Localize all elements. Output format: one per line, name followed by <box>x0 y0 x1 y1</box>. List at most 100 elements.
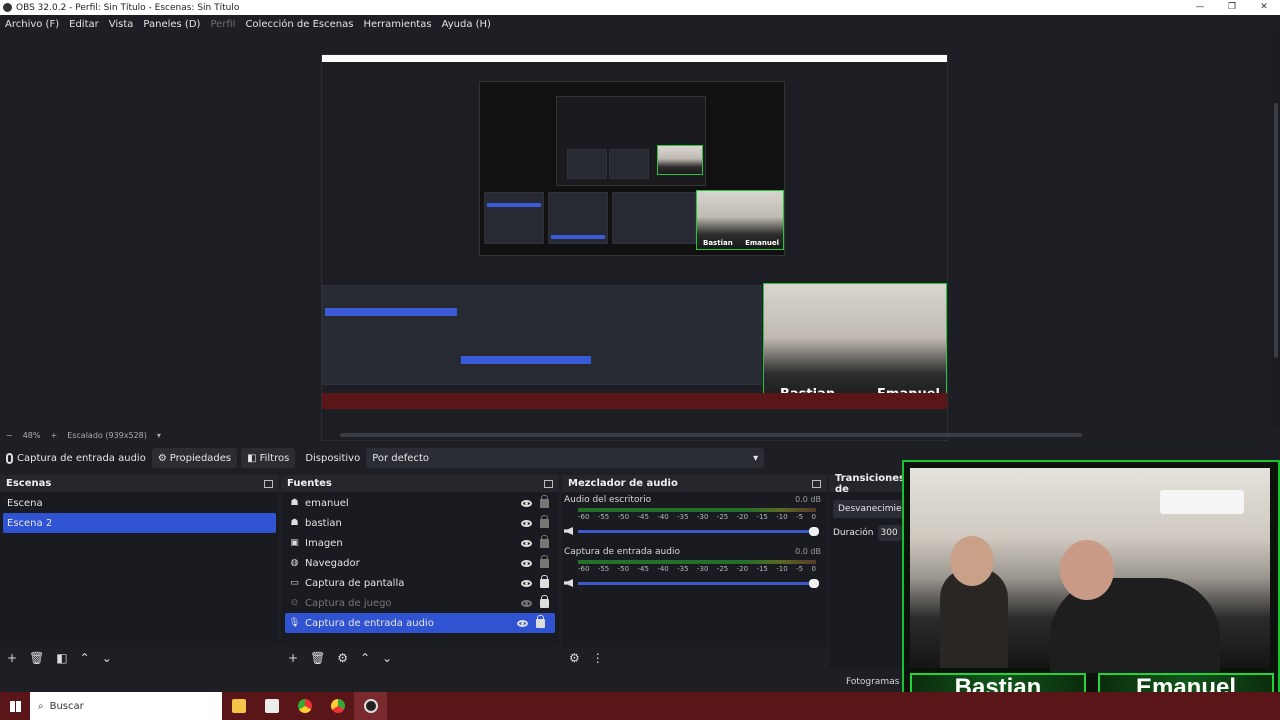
search-placeholder: Buscar <box>49 700 84 712</box>
taskbar: ⌕ Buscar <box>0 692 1280 720</box>
menu-profile[interactable]: Perfil <box>205 19 240 30</box>
scene-item[interactable]: Escena <box>0 493 279 513</box>
visibility-eye-icon[interactable] <box>521 519 532 527</box>
store-icon[interactable] <box>255 692 288 720</box>
source-item[interactable]: ☗ emanuel <box>281 493 559 513</box>
move-up-icon[interactable]: ⌃ <box>360 651 370 665</box>
filters-button[interactable]: ◧ Filtros <box>241 448 296 468</box>
duration-input[interactable]: 300 <box>877 525 902 541</box>
source-item[interactable]: ▭ Captura de pantalla <box>281 573 559 593</box>
lock-icon[interactable] <box>540 494 549 508</box>
remove-source-icon[interactable]: 🗑 <box>310 651 325 665</box>
source-item[interactable]: ◍ Navegador <box>281 553 559 573</box>
device-select[interactable]: Por defecto ▾ <box>366 448 765 468</box>
sources-dock-header: Fuentes <box>281 475 559 492</box>
file-explorer-icon[interactable] <box>222 692 255 720</box>
source-name: Imagen <box>305 537 343 549</box>
maximize-button[interactable]: ❐ <box>1216 0 1248 15</box>
visibility-eye-icon[interactable] <box>521 499 532 507</box>
preview-canvas[interactable]: Bastian Emanuel Bastian Emanuel <box>321 54 948 441</box>
advanced-audio-icon[interactable]: ⚙ <box>569 651 580 665</box>
zoom-out-icon[interactable]: − <box>6 431 13 440</box>
scene-filters-icon[interactable]: ◧ <box>56 651 67 665</box>
dock-float-icon[interactable] <box>812 479 821 488</box>
visibility-eye-icon[interactable] <box>521 559 532 567</box>
close-button[interactable]: ✕ <box>1248 0 1280 15</box>
webcam-overlay: Bastian Emanuel <box>902 460 1280 708</box>
obs-window: OBS 32.0.2 - Perfil: Sin Título - Escena… <box>0 0 1280 720</box>
speaker-icon[interactable] <box>564 579 573 587</box>
nested-webcam-big: Bastian Emanuel <box>763 283 947 405</box>
transition-select[interactable]: Desvanecimiento <box>833 500 903 518</box>
scene-item-selected[interactable]: Escena 2 <box>3 513 276 533</box>
nested-menubar <box>322 62 947 67</box>
move-up-icon[interactable]: ⌃ <box>80 651 90 665</box>
group-icon: ☗ <box>290 498 299 508</box>
properties-button[interactable]: ⚙ Propiedades <box>151 448 238 468</box>
obs-taskbar-icon[interactable] <box>354 692 387 720</box>
scale-dropdown-icon[interactable]: ▾ <box>157 431 161 440</box>
lock-icon[interactable] <box>540 514 549 528</box>
source-name: Captura de entrada audio <box>305 617 434 629</box>
remove-scene-icon[interactable]: 🗑 <box>29 651 44 665</box>
lock-icon[interactable] <box>540 534 549 548</box>
menu-help[interactable]: Ayuda (H) <box>437 19 496 30</box>
dock-float-icon[interactable] <box>544 479 553 488</box>
volume-knob[interactable] <box>809 527 819 536</box>
volume-slider[interactable] <box>578 527 819 536</box>
source-properties-icon[interactable]: ⚙ <box>337 651 348 665</box>
mixer-dock: Mezclador de audio Audio del escritorio … <box>562 475 827 669</box>
person-right-head <box>1060 540 1114 600</box>
menu-scene-collection[interactable]: Colección de Escenas <box>240 19 358 30</box>
preview-vertical-scrollbar[interactable] <box>1272 33 1280 428</box>
visibility-eye-icon[interactable] <box>521 579 532 587</box>
visibility-eye-off-icon[interactable] <box>521 599 532 607</box>
source-item[interactable]: ▣ Imagen <box>281 533 559 553</box>
menu-edit[interactable]: Editar <box>64 19 104 30</box>
lock-icon[interactable] <box>540 594 549 608</box>
scenes-dock: Escenas Escena Escena 2 + 🗑 ◧ ⌃ ⌄ <box>0 475 279 669</box>
preview-horizontal-scrollbar[interactable] <box>340 433 1082 437</box>
lock-icon[interactable] <box>540 574 549 588</box>
person-left-head <box>950 536 994 586</box>
chrome-icon[interactable] <box>288 692 321 720</box>
nested-scenes <box>484 192 544 244</box>
move-down-icon[interactable]: ⌄ <box>102 651 112 665</box>
start-button[interactable] <box>0 692 30 720</box>
speaker-icon[interactable] <box>564 527 573 535</box>
volume-slider[interactable] <box>578 579 819 588</box>
minimize-button[interactable]: — <box>1184 0 1216 15</box>
taskbar-search[interactable]: ⌕ Buscar <box>30 692 222 720</box>
visibility-eye-icon[interactable] <box>517 619 528 627</box>
source-toolbar: Captura de entrada audio ⚙ Propiedades ◧… <box>0 447 900 469</box>
visibility-eye-icon[interactable] <box>521 539 532 547</box>
menu-file[interactable]: Archivo (F) <box>0 19 64 30</box>
chrome-profile-icon[interactable] <box>321 692 354 720</box>
move-down-icon[interactable]: ⌄ <box>382 651 392 665</box>
nested-preview: Bastian Emanuel <box>479 81 785 256</box>
webcam-feed <box>910 468 1270 673</box>
add-scene-icon[interactable]: + <box>7 651 17 665</box>
device-label: Dispositivo <box>305 452 361 464</box>
zoom-level: 48% <box>22 430 41 440</box>
add-source-icon[interactable]: + <box>288 651 298 665</box>
source-item-selected[interactable]: 🎙 Captura de entrada audio <box>285 613 555 633</box>
volume-knob[interactable] <box>809 579 819 588</box>
source-name: bastian <box>305 517 342 529</box>
preview-area[interactable]: Bastian Emanuel Bastian Emanuel <box>0 33 1280 441</box>
lock-icon[interactable] <box>536 614 545 628</box>
menu-docks[interactable]: Paneles (D) <box>138 19 205 30</box>
nested-tag-right: Emanuel <box>745 239 779 247</box>
lock-icon[interactable] <box>540 554 549 568</box>
channel-db: 0.0 dB <box>795 547 821 556</box>
source-item[interactable]: ⊙ Captura de juego <box>281 593 559 613</box>
menu-tools[interactable]: Herramientas <box>358 19 436 30</box>
source-item[interactable]: ☗ bastian <box>281 513 559 533</box>
nested-mixer <box>612 192 696 244</box>
dock-float-icon[interactable] <box>264 479 273 488</box>
gamepad-icon: ⊙ <box>290 598 299 608</box>
menu-view[interactable]: Vista <box>104 19 139 30</box>
scale-label: Escalado (939x528) <box>67 430 147 440</box>
more-options-icon[interactable]: ⋮ <box>592 651 604 665</box>
zoom-in-icon[interactable]: + <box>50 431 57 440</box>
